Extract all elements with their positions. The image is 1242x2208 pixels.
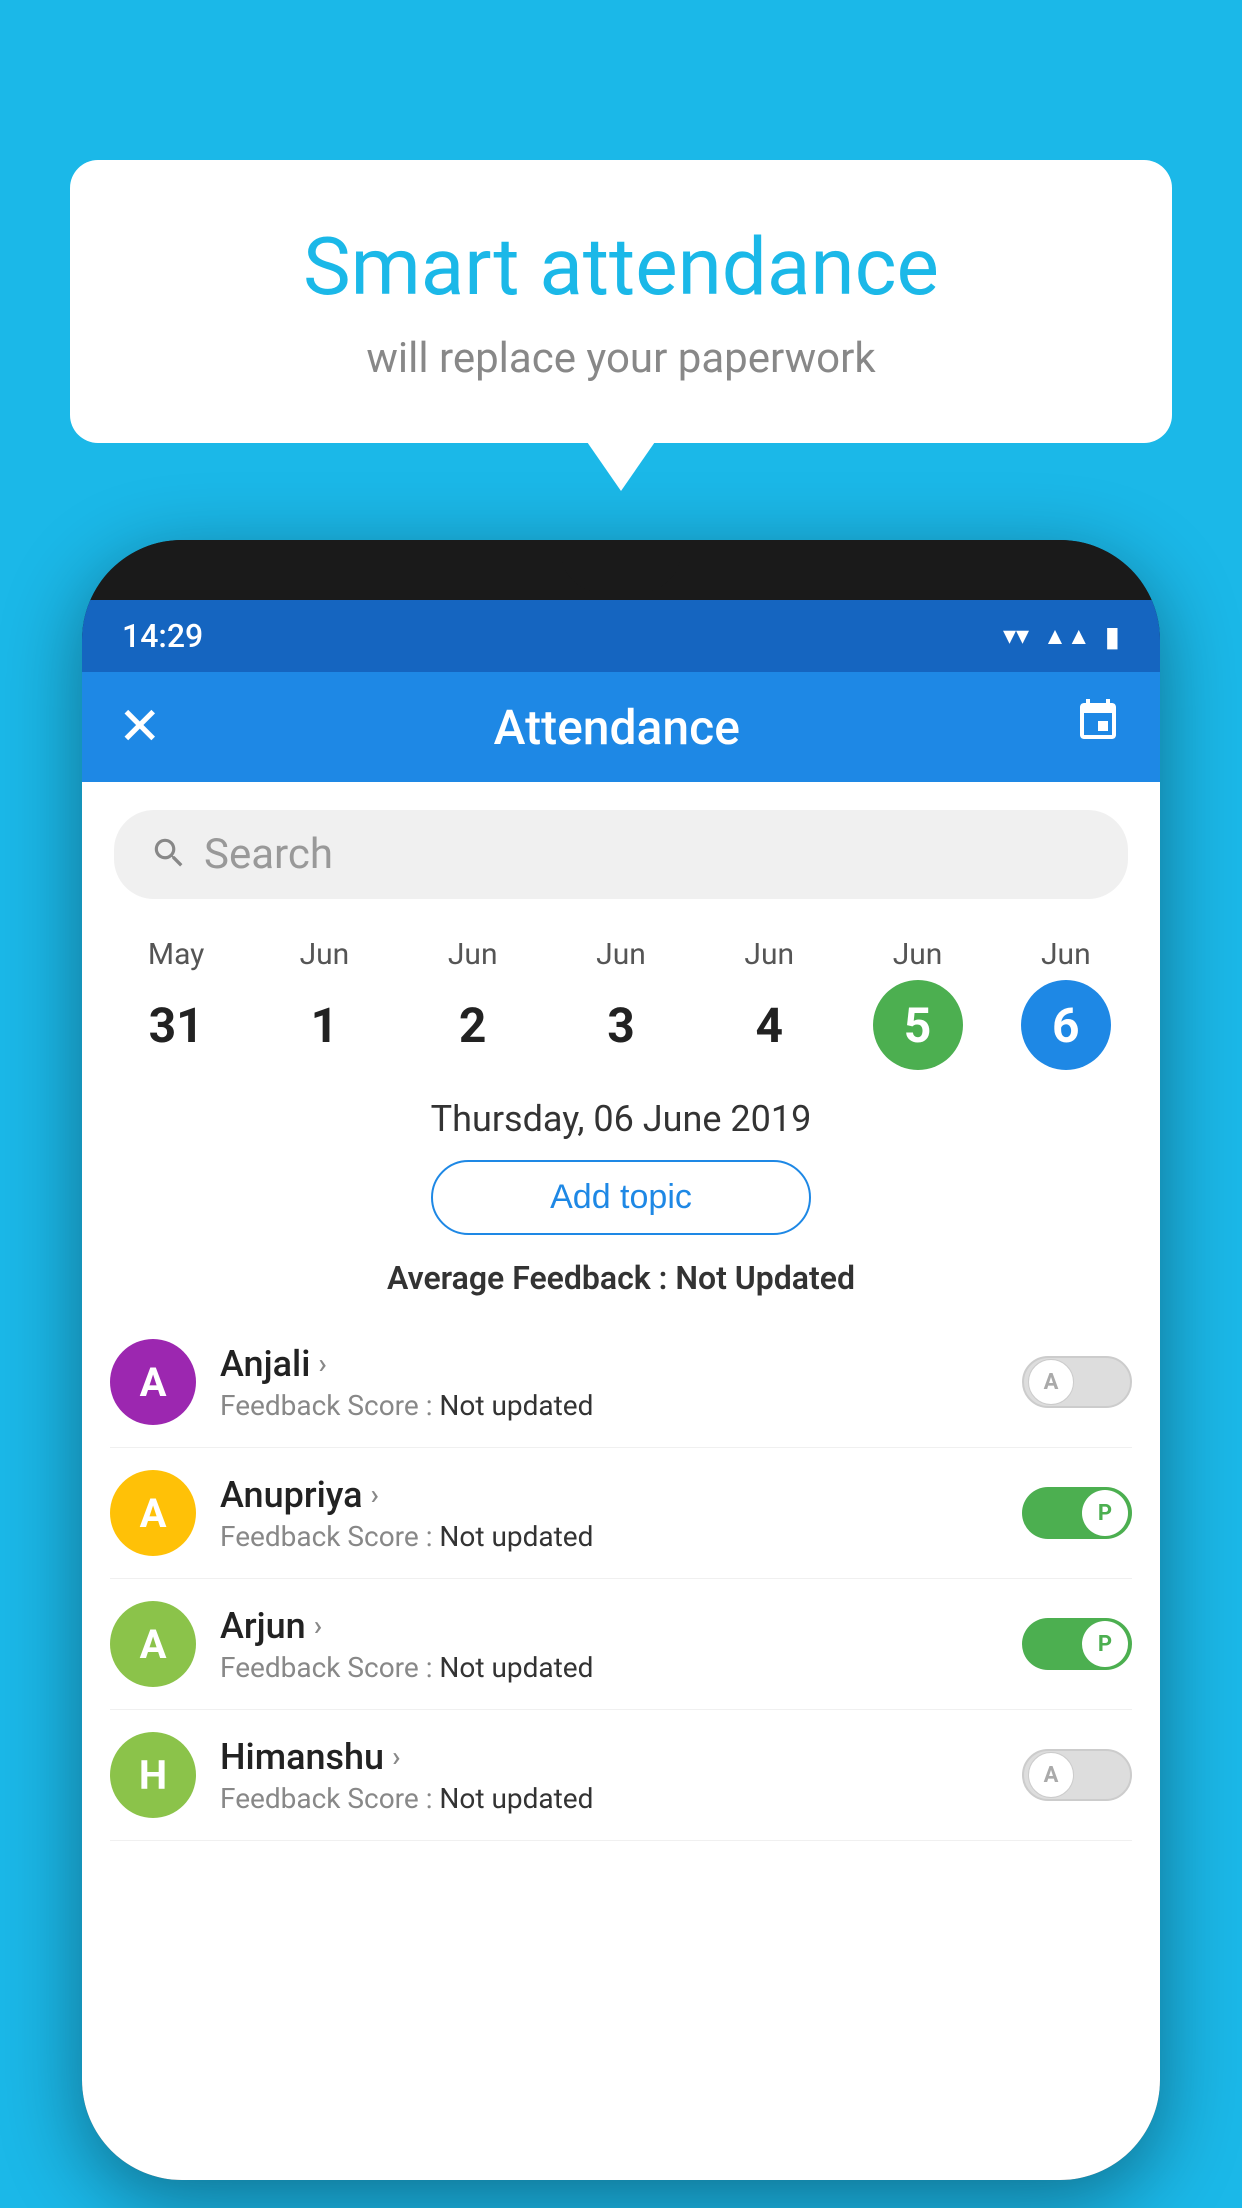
speech-bubble: Smart attendance will replace your paper… [70,160,1172,443]
search-bar[interactable]: Search [114,810,1128,899]
feedback-value: Not updated [439,1782,593,1815]
calendar-date-number[interactable]: 31 [131,980,221,1070]
calendar-month-label: Jun [893,937,943,972]
toggle-knob: P [1082,1490,1128,1536]
avg-feedback-label: Average Feedback : [387,1259,675,1297]
signal-icon: ▲▲ [1043,622,1091,651]
student-info: Anjali › Feedback Score : Not updated [220,1343,998,1422]
calendar-icon[interactable] [1072,697,1124,757]
calendar-day-3[interactable]: Jun 3 [576,937,666,1070]
calendar-day-1[interactable]: Jun 1 [279,937,369,1070]
calendar-day-4[interactable]: Jun 4 [724,937,814,1070]
calendar-month-label: Jun [1041,937,1091,972]
calendar-row: May 31 Jun 1 Jun 2 Jun 3 Jun 4 Jun 5 Jun 6 [82,927,1160,1070]
toggle-knob: A [1028,1359,1074,1405]
calendar-month-label: Jun [596,937,646,972]
student-name[interactable]: Anjali › [220,1343,998,1385]
avatar: H [110,1732,196,1818]
phone-notch [561,540,681,592]
phone-frame: 14:29 ▾▾ ▲▲ ▮ ✕ Attendance Search May [82,540,1160,2180]
close-icon[interactable]: ✕ [118,701,162,753]
student-item[interactable]: H Himanshu › Feedback Score : Not updated A [110,1710,1132,1841]
chevron-icon: › [318,1347,326,1380]
calendar-month-label: May [148,937,204,972]
attendance-toggle[interactable]: P [1022,1487,1132,1539]
calendar-date-number[interactable]: 3 [576,980,666,1070]
feedback-value: Not updated [439,1520,593,1553]
status-time: 14:29 [122,617,203,655]
toggle-knob: A [1028,1752,1074,1798]
chevron-icon: › [392,1740,400,1773]
calendar-day-6[interactable]: Jun 6 [1021,937,1111,1070]
student-info: Anupriya › Feedback Score : Not updated [220,1474,998,1553]
calendar-month-label: Jun [300,937,350,972]
battery-icon: ▮ [1105,620,1120,653]
avatar: A [110,1339,196,1425]
student-feedback: Feedback Score : Not updated [220,1651,998,1684]
calendar-day-0[interactable]: May 31 [131,937,221,1070]
chevron-icon: › [314,1609,322,1642]
calendar-date-number[interactable]: 2 [428,980,518,1070]
attendance-toggle[interactable]: P [1022,1618,1132,1670]
feedback-value: Not updated [439,1651,593,1684]
toggle-knob: P [1082,1621,1128,1667]
calendar-day-5[interactable]: Jun 5 [873,937,963,1070]
speech-bubble-title: Smart attendance [150,220,1092,314]
screen-content: Search May 31 Jun 1 Jun 2 Jun 3 Jun 4 Jun 5 Jun 6 Thu… [82,782,1160,2180]
speech-bubble-container: Smart attendance will replace your paper… [70,160,1172,443]
student-list: AAnjali ›Feedback Score : Not updatedAAA… [82,1317,1160,1841]
app-bar: ✕ Attendance [82,672,1160,782]
attendance-toggle[interactable]: A [1022,1749,1132,1801]
attendance-toggle[interactable]: A [1022,1356,1132,1408]
avg-feedback-value: Not Updated [675,1259,855,1297]
search-input-label: Search [204,830,333,879]
student-feedback: Feedback Score : Not updated [220,1520,998,1553]
calendar-month-label: Jun [744,937,794,972]
search-icon [150,834,188,876]
avatar: A [110,1601,196,1687]
wifi-icon: ▾▾ [1003,621,1029,651]
student-info: Arjun › Feedback Score : Not updated [220,1605,998,1684]
student-item[interactable]: A Arjun › Feedback Score : Not updated P [110,1579,1132,1710]
student-item[interactable]: A Anjali › Feedback Score : Not updated A [110,1317,1132,1448]
calendar-month-label: Jun [448,937,498,972]
chevron-icon: › [371,1478,379,1511]
student-name[interactable]: Arjun › [220,1605,998,1647]
phone-top-edge [82,540,1160,600]
add-topic-button[interactable]: Add topic [431,1160,811,1235]
student-name[interactable]: Himanshu › [220,1736,998,1778]
calendar-date-number[interactable]: 5 [873,980,963,1070]
calendar-day-2[interactable]: Jun 2 [428,937,518,1070]
avatar: A [110,1470,196,1556]
student-info: Himanshu › Feedback Score : Not updated [220,1736,998,1815]
student-feedback: Feedback Score : Not updated [220,1389,998,1422]
student-feedback: Feedback Score : Not updated [220,1782,998,1815]
calendar-date-number[interactable]: 4 [724,980,814,1070]
avg-feedback: Average Feedback : Not Updated [82,1259,1160,1297]
feedback-value: Not updated [439,1389,593,1422]
calendar-date-number[interactable]: 1 [279,980,369,1070]
status-bar: 14:29 ▾▾ ▲▲ ▮ [82,600,1160,672]
student-name[interactable]: Anupriya › [220,1474,998,1516]
speech-bubble-subtitle: will replace your paperwork [150,334,1092,383]
calendar-date-number[interactable]: 6 [1021,980,1111,1070]
student-item[interactable]: A Anupriya › Feedback Score : Not updated P [110,1448,1132,1579]
selected-date-label: Thursday, 06 June 2019 [82,1098,1160,1140]
app-bar-title: Attendance [494,699,740,756]
status-icons: ▾▾ ▲▲ ▮ [1003,620,1120,653]
